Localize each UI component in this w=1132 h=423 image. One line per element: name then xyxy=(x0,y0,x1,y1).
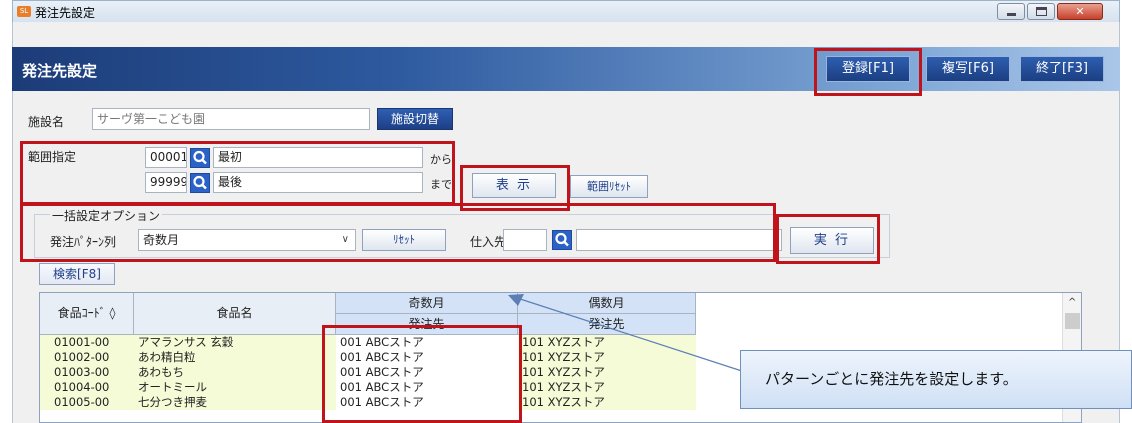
scroll-up-icon[interactable]: ^ xyxy=(1068,297,1076,308)
cell-code: 01002-00 xyxy=(40,350,134,365)
minimize-icon xyxy=(1007,13,1016,16)
copy-button[interactable]: 複写[F6] xyxy=(926,56,1010,82)
exit-button[interactable]: 終了[F3] xyxy=(1020,56,1104,82)
column-header-code[interactable]: 食品ｺｰﾄﾞ ◊ xyxy=(40,293,134,335)
search-f8-button[interactable]: 検索[F8] xyxy=(39,263,115,285)
column-header-name[interactable]: 食品名 xyxy=(134,293,336,335)
cell-code: 01003-00 xyxy=(40,365,134,380)
window-titlebar: SL 発注先設定 ✕ xyxy=(12,0,1120,22)
app-icon: SL xyxy=(17,6,31,17)
facility-switch-button[interactable]: 施設切替 xyxy=(377,108,453,130)
cell-name: あわ精白粒 xyxy=(134,350,336,365)
scrollbar-thumb[interactable] xyxy=(1065,313,1080,329)
highlight-register xyxy=(814,48,922,96)
cell-code: 01001-00 xyxy=(40,335,134,350)
cell-code: 01004-00 xyxy=(40,380,134,395)
cell-code: 01005-00 xyxy=(40,395,134,410)
close-button[interactable]: ✕ xyxy=(1057,3,1103,20)
callout-note: パターンごとに発注先を設定します。 xyxy=(740,350,1132,409)
cell-name: オートミール xyxy=(134,380,336,395)
page-header: 発注先設定 登録[F1] 複写[F6] 終了[F3] xyxy=(12,47,1120,91)
facility-label: 施設名 xyxy=(28,115,65,129)
minimize-button[interactable] xyxy=(997,3,1025,20)
close-icon: ✕ xyxy=(1075,5,1085,18)
highlight-range xyxy=(20,141,455,205)
column-header-odd-month[interactable]: 奇数月 xyxy=(336,293,518,314)
page-title: 発注先設定 xyxy=(22,62,98,80)
window-frame xyxy=(12,22,1120,47)
cell-name: 七分つき押麦 xyxy=(134,395,336,410)
window-title: 発注先設定 xyxy=(35,6,96,20)
maximize-icon xyxy=(1036,7,1047,16)
callout-arrow xyxy=(508,294,749,374)
range-reset-button[interactable]: 範囲ﾘｾｯﾄ xyxy=(570,175,648,198)
highlight-odd-column xyxy=(322,325,522,423)
highlight-execute xyxy=(776,214,880,264)
cell-name: あわもち xyxy=(134,365,336,380)
cell-name: アマランサス 玄穀 xyxy=(134,335,336,350)
highlight-bulk-option xyxy=(20,203,776,262)
maximize-button[interactable] xyxy=(1027,3,1055,20)
facility-field: サーヴ第一こども園 xyxy=(92,108,370,130)
